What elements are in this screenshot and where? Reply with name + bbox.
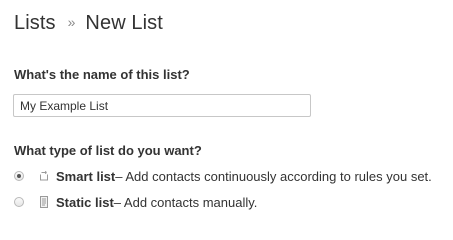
static-list-option[interactable]: Static list – Add contacts manually.: [14, 193, 257, 211]
static-list-icon: [38, 196, 50, 208]
breadcrumb-separator: »: [67, 14, 76, 30]
smart-list-name: Smart list: [56, 168, 116, 184]
smart-list-description: – Add contacts continuously according to…: [115, 168, 432, 184]
smart-list-radio[interactable]: [14, 171, 24, 181]
static-list-description: – Add contacts manually.: [113, 194, 258, 210]
smart-list-icon: [38, 170, 50, 182]
static-list-name: Static list: [56, 194, 114, 210]
list-name-label: What's the name of this list?: [14, 67, 190, 82]
breadcrumb-lists-link[interactable]: Lists: [14, 12, 56, 35]
breadcrumb: Lists » New List: [14, 9, 163, 37]
static-list-radio[interactable]: [14, 197, 24, 207]
list-type-label: What type of list do you want?: [14, 143, 202, 158]
page-title: New List: [85, 11, 163, 34]
new-list-page: Lists » New List What's the name of this…: [0, 0, 453, 220]
smart-list-option[interactable]: Smart list – Add contacts continuously a…: [14, 167, 432, 185]
list-name-input[interactable]: [13, 94, 311, 117]
